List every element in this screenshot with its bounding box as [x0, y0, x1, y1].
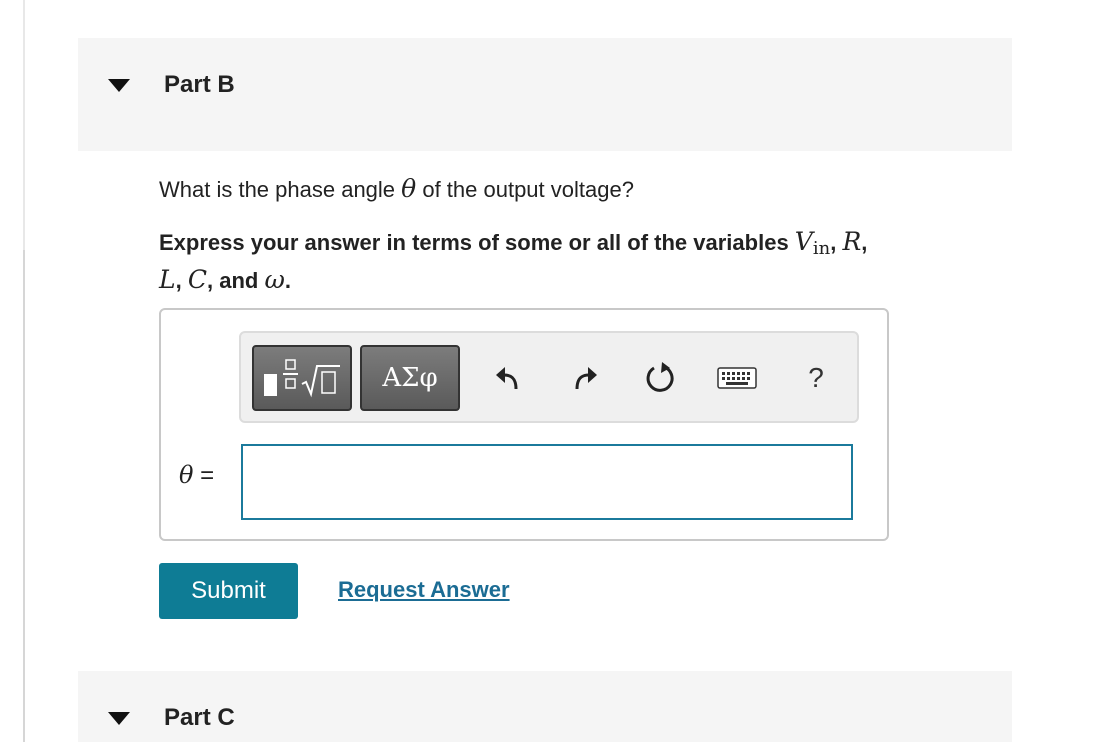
- var-c: C: [187, 265, 207, 294]
- undo-icon[interactable]: [492, 361, 526, 395]
- var-v: Vin: [794, 227, 831, 259]
- request-answer-link[interactable]: Request Answer: [338, 577, 510, 603]
- redo-icon[interactable]: [567, 361, 601, 395]
- var-r: R: [842, 227, 862, 256]
- answer-input[interactable]: [241, 444, 853, 520]
- help-icon[interactable]: ?: [799, 361, 833, 395]
- templates-button[interactable]: [252, 345, 352, 411]
- question-text-after: of the output voltage?: [416, 177, 634, 202]
- var-omega: ω: [264, 265, 285, 294]
- answer-theta-symbol: θ: [179, 461, 194, 489]
- var-l: L: [159, 265, 176, 294]
- answer-instructions: Express your answer in terms of some or …: [159, 226, 1019, 296]
- instructions-end: .: [284, 268, 291, 293]
- answer-box: ΑΣφ ? θ =: [159, 308, 889, 541]
- var-v-letter: V: [794, 227, 813, 256]
- greek-symbols-button[interactable]: ΑΣφ: [360, 345, 460, 411]
- left-rule-light: [23, 0, 25, 250]
- question-text: What is the phase angle θ of the output …: [159, 174, 634, 203]
- sep-4: , and: [206, 268, 265, 293]
- fraction-sqrt-template-icon: [264, 359, 340, 398]
- keyboard-icon[interactable]: [717, 361, 757, 395]
- answer-equals: =: [193, 462, 215, 489]
- sep-1: ,: [830, 230, 843, 255]
- instructions-text: Express your answer in terms of some or …: [159, 230, 795, 255]
- part-c-title: Part C: [164, 704, 235, 731]
- sep-3: ,: [175, 268, 188, 293]
- collapse-caret-icon[interactable]: [108, 79, 130, 92]
- collapse-caret-icon-part-c[interactable]: [108, 712, 130, 725]
- left-rule: [23, 250, 25, 742]
- question-text-before: What is the phase angle: [159, 177, 402, 202]
- var-v-subscript: in: [812, 238, 831, 259]
- math-toolbar: ΑΣφ ?: [239, 331, 859, 423]
- answer-label: θ =: [179, 461, 214, 490]
- submit-button[interactable]: Submit: [159, 563, 298, 619]
- theta-symbol: θ: [401, 174, 417, 203]
- reset-icon[interactable]: [643, 361, 677, 395]
- part-b-title: Part B: [164, 71, 235, 98]
- sep-2: ,: [861, 230, 868, 255]
